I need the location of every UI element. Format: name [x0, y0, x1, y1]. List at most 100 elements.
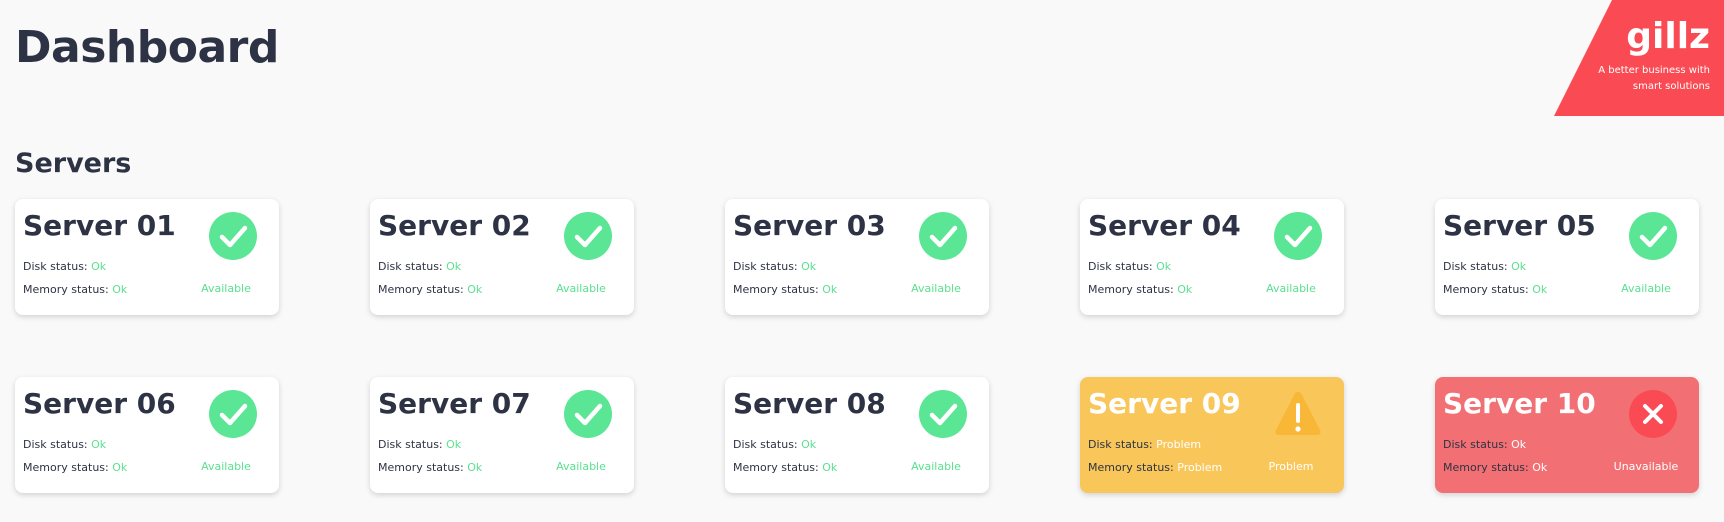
disk-status: Disk status: Ok [378, 260, 461, 273]
memory-status-value: Problem [1177, 461, 1223, 474]
check-icon [919, 390, 967, 438]
server-grid: Server 01 Disk status: Ok Memory status:… [15, 199, 1699, 493]
availability-label: Available [556, 460, 606, 473]
server-name: Server 04 [1088, 209, 1241, 242]
disk-status: Disk status: Ok [1443, 260, 1526, 273]
memory-status-value: Ok [112, 461, 128, 474]
memory-status-label: Memory status: [23, 461, 109, 474]
memory-status-label: Memory status: [733, 461, 819, 474]
disk-status: Disk status: Ok [23, 260, 106, 273]
memory-status-value: Ok [467, 283, 483, 296]
disk-status-label: Disk status: [378, 260, 443, 273]
disk-status-value: Ok [91, 438, 107, 451]
server-card[interactable]: Server 03 Disk status: Ok Memory status:… [725, 199, 989, 315]
memory-status: Memory status: Ok [733, 461, 837, 474]
warning-icon [1274, 389, 1322, 437]
check-icon [564, 390, 612, 438]
memory-status-value: Ok [467, 461, 483, 474]
disk-status-value: Ok [446, 260, 462, 273]
disk-status-value: Ok [801, 438, 817, 451]
server-card[interactable]: Server 06 Disk status: Ok Memory status:… [15, 377, 279, 493]
memory-status: Memory status: Problem [1088, 461, 1222, 474]
disk-status: Disk status: Ok [378, 438, 461, 451]
disk-status-value: Problem [1156, 438, 1202, 451]
memory-status-value: Ok [1532, 283, 1548, 296]
disk-status-value: Ok [446, 438, 462, 451]
availability-label: Available [201, 460, 251, 473]
availability-label: Unavailable [1613, 460, 1679, 473]
availability-label: Problem [1268, 460, 1314, 473]
server-card[interactable]: Server 02 Disk status: Ok Memory status:… [370, 199, 634, 315]
availability-label: Available [911, 282, 961, 295]
memory-status: Memory status: Ok [23, 283, 127, 296]
availability-label: Available [1621, 282, 1671, 295]
memory-status-label: Memory status: [733, 283, 819, 296]
memory-status: Memory status: Ok [1443, 461, 1547, 474]
memory-status-label: Memory status: [23, 283, 109, 296]
page-title: Dashboard [15, 22, 279, 73]
disk-status: Disk status: Problem [1088, 438, 1201, 451]
memory-status-label: Memory status: [378, 461, 464, 474]
check-icon [1629, 212, 1677, 260]
availability-label: Available [201, 282, 251, 295]
disk-status-label: Disk status: [23, 260, 88, 273]
server-name: Server 01 [23, 209, 176, 242]
disk-status-label: Disk status: [1443, 438, 1508, 451]
section-title: Servers [15, 148, 132, 179]
disk-status-label: Disk status: [378, 438, 443, 451]
logo-name: gillz [1626, 16, 1710, 57]
memory-status: Memory status: Ok [1088, 283, 1192, 296]
server-name: Server 09 [1088, 387, 1241, 420]
server-name: Server 08 [733, 387, 886, 420]
logo-tagline: A better business with smart solutions [1598, 65, 1710, 92]
disk-status-label: Disk status: [1088, 260, 1153, 273]
memory-status-label: Memory status: [378, 283, 464, 296]
memory-status: Memory status: Ok [733, 283, 837, 296]
disk-status: Disk status: Ok [733, 260, 816, 273]
disk-status-value: Ok [1511, 260, 1527, 273]
memory-status-value: Ok [1177, 283, 1193, 296]
disk-status-value: Ok [1511, 438, 1527, 451]
availability-label: Available [911, 460, 961, 473]
memory-status: Memory status: Ok [23, 461, 127, 474]
disk-status-value: Ok [1156, 260, 1172, 273]
disk-status: Disk status: Ok [1443, 438, 1526, 451]
server-name: Server 10 [1443, 387, 1596, 420]
server-card[interactable]: Server 01 Disk status: Ok Memory status:… [15, 199, 279, 315]
check-icon [209, 212, 257, 260]
server-card[interactable]: Server 05 Disk status: Ok Memory status:… [1435, 199, 1699, 315]
check-icon [564, 212, 612, 260]
memory-status-label: Memory status: [1443, 461, 1529, 474]
memory-status-label: Memory status: [1088, 461, 1174, 474]
availability-label: Available [556, 282, 606, 295]
memory-status-value: Ok [822, 283, 838, 296]
server-name: Server 07 [378, 387, 531, 420]
memory-status: Memory status: Ok [1443, 283, 1547, 296]
disk-status-label: Disk status: [733, 438, 798, 451]
disk-status: Disk status: Ok [733, 438, 816, 451]
disk-status-label: Disk status: [1443, 260, 1508, 273]
server-card[interactable]: Server 10 Disk status: Ok Memory status:… [1435, 377, 1699, 493]
disk-status-label: Disk status: [23, 438, 88, 451]
disk-status-label: Disk status: [1088, 438, 1153, 451]
brand-logo[interactable]: gillz A better business with smart solut… [1554, 0, 1724, 116]
memory-status-value: Ok [1532, 461, 1548, 474]
server-card[interactable]: Server 08 Disk status: Ok Memory status:… [725, 377, 989, 493]
server-card[interactable]: Server 09 Disk status: Problem Memory st… [1080, 377, 1344, 493]
disk-status-label: Disk status: [733, 260, 798, 273]
disk-status: Disk status: Ok [23, 438, 106, 451]
server-card[interactable]: Server 04 Disk status: Ok Memory status:… [1080, 199, 1344, 315]
disk-status-value: Ok [801, 260, 817, 273]
disk-status-value: Ok [91, 260, 107, 273]
check-icon [919, 212, 967, 260]
disk-status: Disk status: Ok [1088, 260, 1171, 273]
memory-status-value: Ok [112, 283, 128, 296]
memory-status-value: Ok [822, 461, 838, 474]
check-icon [1274, 212, 1322, 260]
server-card[interactable]: Server 07 Disk status: Ok Memory status:… [370, 377, 634, 493]
server-name: Server 05 [1443, 209, 1596, 242]
availability-label: Available [1266, 282, 1316, 295]
server-name: Server 03 [733, 209, 886, 242]
memory-status-label: Memory status: [1088, 283, 1174, 296]
memory-status-label: Memory status: [1443, 283, 1529, 296]
